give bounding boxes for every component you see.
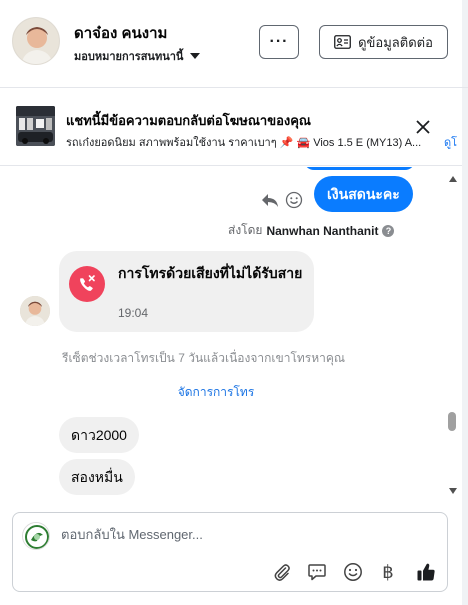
view-ad-link[interactable]: ดูโ — [444, 133, 457, 151]
sender-avatar[interactable] — [20, 296, 50, 326]
call-window-note: รีเซ็ตช่วงเวลาโทรเป็น 7 วันแล้วเนื่องจาก… — [62, 351, 346, 365]
reply-icon[interactable] — [260, 192, 280, 208]
payment-button[interactable]: ฿ — [377, 561, 399, 583]
reply-input[interactable] — [61, 527, 431, 542]
manage-calls-link[interactable]: จัดการการโทร — [0, 383, 432, 402]
assign-conversation-label: มอบหมายการสนทนานี้ — [74, 51, 184, 63]
assign-conversation-dropdown[interactable]: มอบหมายการสนทนานี้ — [74, 47, 201, 65]
page-avatar — [22, 522, 50, 550]
paperclip-icon — [274, 564, 290, 581]
missed-call-icon — [69, 266, 105, 302]
contact-avatar[interactable] — [12, 17, 60, 65]
caret-down-icon — [190, 53, 201, 59]
attach-button[interactable] — [271, 561, 293, 583]
view-contact-button[interactable]: ดูข้อมูลติดต่อ — [319, 25, 448, 59]
more-options-button[interactable]: ··· — [259, 25, 299, 59]
sent-by-line: ส่งโดย Nanwhan Nanthanit ? — [228, 221, 395, 240]
missed-call-time: 19:04 — [118, 306, 149, 320]
ad-banner-title: แชทนี้มีข้อความตอบกลับต่อโฆษณาของคุณ — [66, 113, 311, 128]
incoming-message-bubble[interactable]: ดาว2000 — [59, 417, 139, 453]
smiley-icon — [344, 563, 362, 581]
missed-call-title: การโทรด้วยเสียงที่ไม่ได้รับสาย — [118, 265, 303, 281]
sent-by-prefix: ส่งโดย — [228, 223, 263, 237]
message-composer: ฿ — [12, 512, 448, 592]
missed-call-card[interactable]: การโทรด้วยเสียงที่ไม่ได้รับสาย 19:04 — [59, 251, 314, 332]
outgoing-message-bubble[interactable]: เงินสดนะคะ — [314, 176, 413, 212]
ad-description: รถเก๋งยอดนิยม สภาพพร้อมใช้งาน ราคาเบาๆ 📌… — [66, 137, 422, 149]
sender-name: Nanwhan Nanthanit — [266, 223, 379, 238]
message-thread: เงินสดนะคะ ส่งโดย Nanwhan Nanthanit ? กา… — [0, 167, 462, 499]
view-contact-label: ดูข้อมูลติดต่อ — [358, 34, 433, 50]
scrollbar-thumb[interactable] — [448, 412, 456, 431]
scroll-gutter — [462, 0, 468, 605]
chat-bubble-icon — [308, 564, 326, 581]
incoming-message-bubble[interactable]: สองหมื่น — [59, 459, 135, 495]
outgoing-message-bubble-partial[interactable] — [304, 167, 415, 170]
conversation-header: ดาจ๋อง คนงาม มอบหมายการสนทนานี้ ··· ดูข้… — [0, 0, 468, 88]
ad-thumbnail[interactable] — [16, 106, 55, 146]
close-banner-button[interactable] — [412, 116, 434, 138]
thumbs-up-icon — [417, 563, 435, 581]
baht-icon: ฿ — [382, 561, 394, 583]
ad-reply-banner: แชทนี้มีข้อความตอบกลับต่อโฆษณาของคุณ รถเ… — [0, 88, 462, 166]
contact-name: ดาจ๋อง คนงาม — [74, 25, 168, 42]
help-icon[interactable]: ? — [382, 224, 395, 237]
like-button[interactable] — [415, 561, 437, 583]
react-smiley-icon[interactable] — [285, 191, 303, 209]
contact-card-icon — [334, 35, 351, 49]
saved-replies-button[interactable] — [306, 561, 328, 583]
emoji-button[interactable] — [342, 561, 364, 583]
scroll-down-arrow[interactable] — [449, 488, 457, 494]
close-icon — [416, 120, 430, 134]
scroll-up-arrow[interactable] — [449, 176, 457, 182]
